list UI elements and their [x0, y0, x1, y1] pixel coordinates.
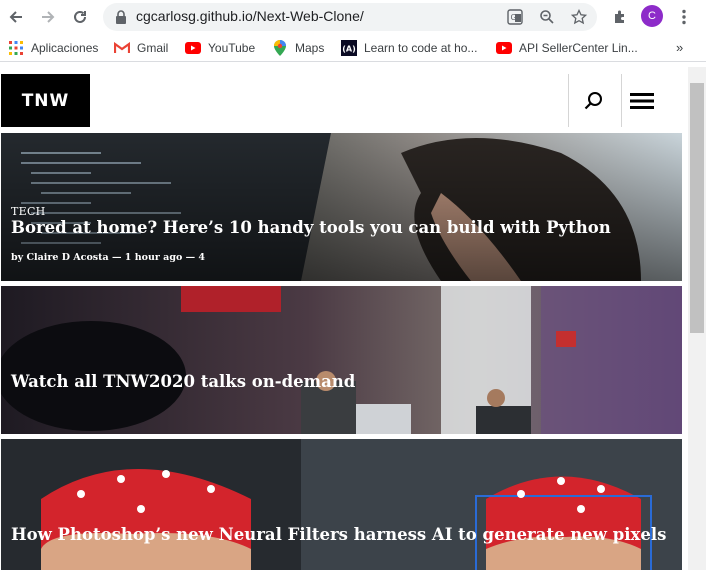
- article-text: Watch all TNW2020 talks on-demand: [11, 372, 355, 392]
- gmail-icon: [114, 40, 130, 56]
- article-byline: by Claire D Acosta — 1 hour ago — 4: [11, 252, 206, 263]
- star-icon[interactable]: [570, 8, 588, 26]
- bookmark-freecodecamp[interactable]: (A) Learn to code at ho...: [341, 40, 477, 56]
- translate-icon[interactable]: G: [506, 8, 524, 26]
- article-title[interactable]: Bored at home? Here’s 10 handy tools you…: [11, 218, 611, 238]
- bookmark-maps[interactable]: Maps: [272, 40, 324, 56]
- article-card[interactable]: TECH Bored at home? Here’s 10 handy tool…: [1, 133, 682, 281]
- freecodecamp-icon: (A): [341, 40, 357, 56]
- forward-arrow-icon[interactable]: [37, 6, 59, 28]
- address-bar[interactable]: cgcarlosg.github.io/Next-Web-Clone/ G: [103, 3, 597, 31]
- page-scrollbar[interactable]: [688, 67, 706, 570]
- article-card[interactable]: Watch all TNW2020 talks on-demand: [1, 286, 682, 434]
- zoom-icon[interactable]: [538, 8, 556, 26]
- youtube-icon: [185, 40, 201, 56]
- article-card[interactable]: How Photoshop’s new Neural Filters harne…: [1, 439, 682, 570]
- apps-grid-icon: [8, 40, 24, 56]
- site-header: TNW: [0, 67, 690, 133]
- bookmarks-overflow-chevron[interactable]: »: [676, 40, 683, 55]
- hamburger-menu-icon[interactable]: [628, 87, 656, 115]
- header-divider: [568, 74, 569, 127]
- menu-kebab-icon[interactable]: [673, 6, 695, 28]
- svg-text:(A): (A): [342, 45, 356, 54]
- logo-text: TNW: [21, 90, 70, 111]
- youtube-icon: [496, 40, 512, 56]
- article-title[interactable]: How Photoshop’s new Neural Filters harne…: [11, 525, 666, 545]
- bookmark-api-sellercenter[interactable]: API SellerCenter Lin...: [496, 40, 638, 56]
- article-text: How Photoshop’s new Neural Filters harne…: [11, 525, 666, 545]
- bookmark-label: API SellerCenter Lin...: [519, 41, 638, 55]
- article-image: [1, 286, 682, 434]
- bookmark-label: Learn to code at ho...: [364, 41, 478, 55]
- extensions-icon[interactable]: [609, 6, 631, 28]
- article-title[interactable]: Watch all TNW2020 talks on-demand: [11, 372, 355, 392]
- article-tag[interactable]: TECH: [11, 205, 611, 218]
- article-image: [1, 439, 682, 570]
- header-divider: [621, 74, 622, 127]
- lock-icon[interactable]: [112, 8, 130, 26]
- back-arrow-icon[interactable]: [5, 6, 27, 28]
- profile-avatar[interactable]: C: [641, 5, 663, 27]
- url-text[interactable]: cgcarlosg.github.io/Next-Web-Clone/: [136, 8, 364, 24]
- page-viewport: TNW TECH Bored at home? Here’s 10 handy …: [0, 67, 706, 570]
- reload-icon[interactable]: [69, 6, 91, 28]
- maps-icon: [272, 40, 288, 56]
- bookmarks-bar: Aplicaciones Gmail YouTube Maps (A) Lear…: [0, 34, 706, 62]
- bookmark-label: YouTube: [208, 41, 256, 55]
- bookmark-gmail[interactable]: Gmail: [114, 40, 168, 56]
- search-icon[interactable]: [580, 87, 608, 115]
- bookmark-label: Aplicaciones: [31, 41, 99, 55]
- tnw-logo[interactable]: TNW: [1, 74, 90, 127]
- bookmark-apps[interactable]: Aplicaciones: [8, 40, 98, 56]
- browser-toolbar: cgcarlosg.github.io/Next-Web-Clone/ G C: [0, 0, 706, 34]
- bookmark-label: Maps: [295, 41, 325, 55]
- article-text: TECH Bored at home? Here’s 10 handy tool…: [11, 205, 611, 263]
- bookmark-label: Gmail: [137, 41, 169, 55]
- bookmark-youtube[interactable]: YouTube: [185, 40, 255, 56]
- scrollbar-thumb[interactable]: [690, 83, 704, 333]
